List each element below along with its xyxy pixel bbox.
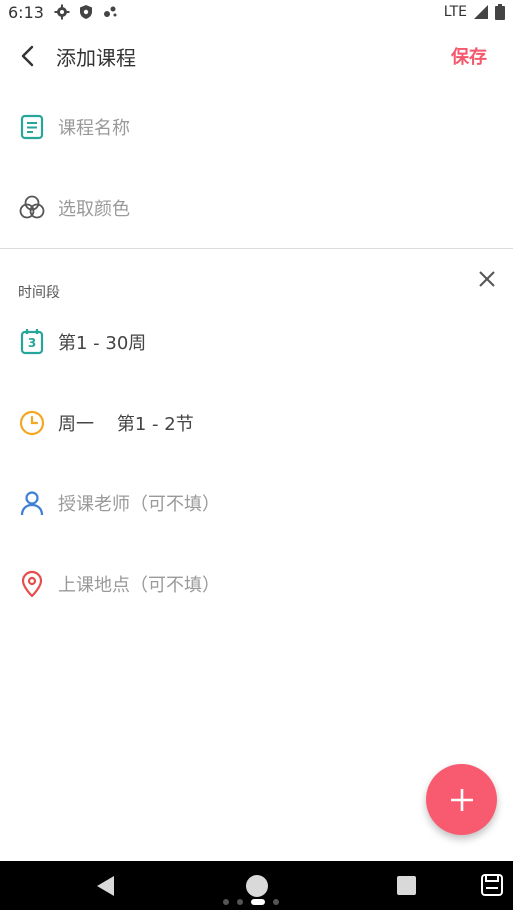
course-name-field[interactable]: 课程名称 <box>0 112 513 142</box>
location-pin-icon <box>18 570 46 598</box>
color-picker-row[interactable]: 选取颜色 <box>0 193 513 223</box>
time-slot-header: 时间段 <box>18 285 60 301</box>
page-dot <box>223 899 229 905</box>
remove-time-slot-button[interactable] <box>474 266 500 292</box>
floppy-disk-icon[interactable] <box>480 873 504 897</box>
shield-icon <box>79 5 92 19</box>
back-button[interactable] <box>14 42 42 70</box>
system-nav-bar <box>0 861 513 910</box>
page-indicator <box>223 899 279 905</box>
page-dot <box>237 899 243 905</box>
add-time-slot-button[interactable] <box>426 764 497 835</box>
plus-icon <box>450 788 473 811</box>
calendar-icon: 3 <box>18 328 46 356</box>
battery-icon <box>495 4 505 20</box>
notification-icon <box>103 6 117 17</box>
app-bar: 添加课程 保存 <box>0 30 513 82</box>
course-name-placeholder: 课程名称 <box>58 118 130 139</box>
clock-icon <box>18 409 46 437</box>
page-dot <box>273 899 279 905</box>
weeks-row[interactable]: 3 第1 - 30周 <box>0 327 513 357</box>
network-type: LTE <box>443 4 467 20</box>
page-title: 添加课程 <box>56 45 136 70</box>
day-period-value: 周一 第1 - 2节 <box>58 414 194 435</box>
nav-back-icon[interactable] <box>94 875 118 897</box>
gear-icon <box>54 4 70 20</box>
save-button[interactable]: 保存 <box>451 43 487 69</box>
back-arrow-icon <box>21 45 34 67</box>
close-icon <box>479 271 495 287</box>
nav-home-button[interactable] <box>246 875 268 897</box>
color-circles-icon <box>18 194 46 222</box>
teacher-placeholder: 授课老师（可不填） <box>58 494 220 515</box>
nav-recents-button[interactable] <box>397 876 416 895</box>
calendar-day-number: 3 <box>27 336 37 350</box>
divider <box>0 248 513 249</box>
weeks-value: 第1 - 30周 <box>58 333 147 354</box>
teacher-field[interactable]: 授课老师（可不填） <box>0 488 513 518</box>
location-placeholder: 上课地点（可不填） <box>58 575 220 596</box>
document-icon <box>18 113 46 141</box>
page-dot-active <box>251 899 265 905</box>
signal-icon <box>474 5 488 19</box>
person-icon <box>18 489 46 517</box>
status-bar: 6:13 LTE <box>0 0 513 24</box>
day-period-row[interactable]: 周一 第1 - 2节 <box>0 408 513 438</box>
location-field[interactable]: 上课地点（可不填） <box>0 569 513 599</box>
color-picker-label: 选取颜色 <box>58 199 130 220</box>
status-time: 6:13 <box>8 2 44 22</box>
